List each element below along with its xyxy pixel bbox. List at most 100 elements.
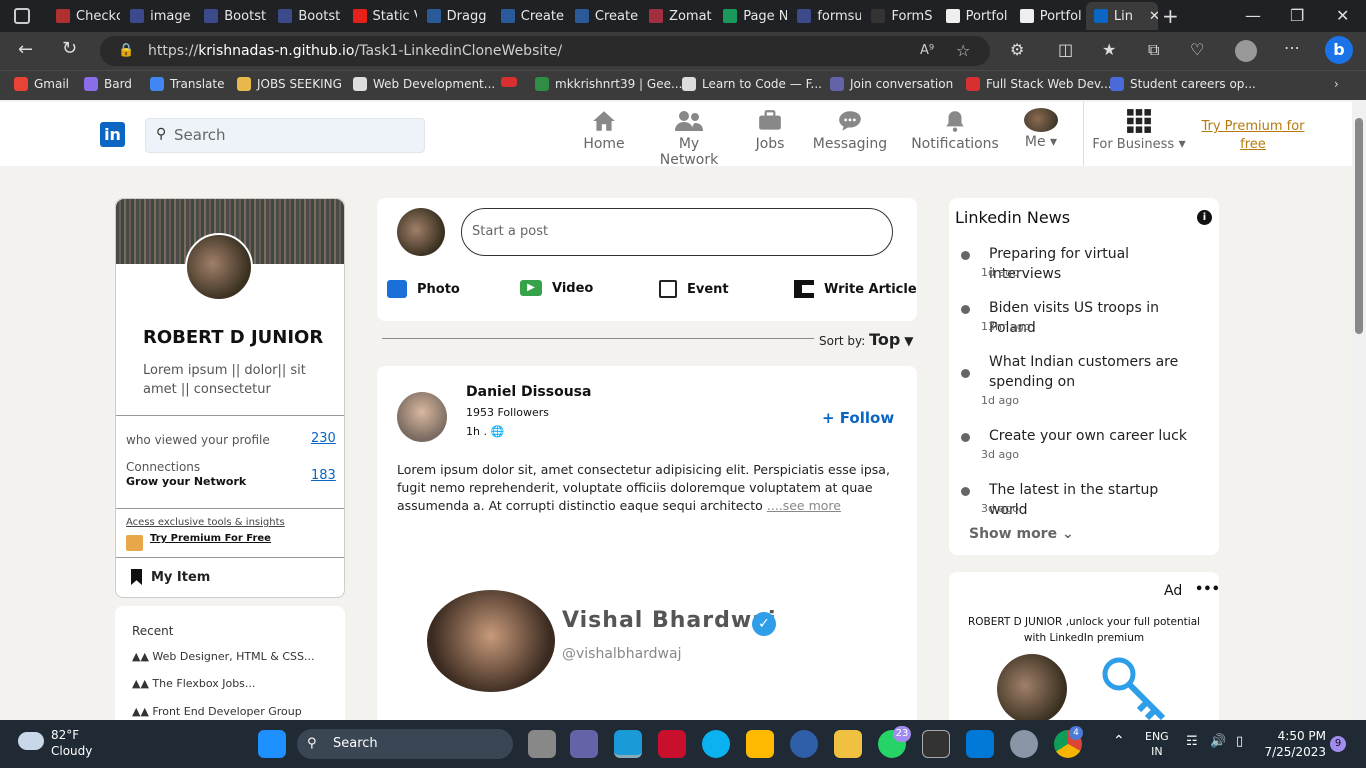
page-scrollbar[interactable] <box>1352 102 1366 720</box>
app-icon[interactable] <box>790 730 818 758</box>
read-aloud-icon[interactable]: A⁹ <box>920 36 934 66</box>
bookmark-item[interactable]: Full Stack Web Dev... <box>966 77 1112 91</box>
video-button[interactable]: ▶ Video <box>520 280 593 296</box>
profile-avatar[interactable] <box>185 233 253 301</box>
try-premium-free-link[interactable]: Try Premium For Free <box>150 533 271 544</box>
nav-notifications[interactable]: Notifications <box>910 108 1000 152</box>
volume-icon[interactable]: 🔊 <box>1210 734 1226 749</box>
favorite-star-icon[interactable]: ☆ <box>956 36 970 66</box>
language-indicator[interactable]: ENG IN <box>1145 729 1169 759</box>
recent-item[interactable]: ▲▲ The Flexbox Jobs... <box>132 677 337 690</box>
browser-tab[interactable]: Create <box>567 2 639 30</box>
mcafee-icon[interactable] <box>658 730 686 758</box>
author-avatar[interactable] <box>397 392 447 442</box>
close-window-icon[interactable]: ✕ <box>1336 6 1349 25</box>
nav-my-network[interactable]: My Network <box>648 108 730 168</box>
bookmark-item[interactable]: Learn to Code — F... <box>682 77 822 91</box>
browser-tab[interactable]: Zomat <box>641 2 713 30</box>
collections-icon[interactable]: ⧉ <box>1148 40 1159 60</box>
scrollbar-thumb[interactable] <box>1355 118 1363 334</box>
bookmark-item[interactable]: Student careers op... <box>1110 77 1256 91</box>
write-article-button[interactable]: Write Article <box>794 280 917 298</box>
bookmarks-overflow-icon[interactable]: › <box>1334 77 1339 91</box>
weather-temp[interactable]: 82°F <box>51 728 79 742</box>
search-input[interactable]: ⚲ Search <box>145 118 425 153</box>
minimize-icon[interactable]: — <box>1245 6 1261 25</box>
edge-icon[interactable] <box>614 730 642 758</box>
see-more-link[interactable]: ....see more <box>767 498 841 513</box>
try-premium-link[interactable]: Try Premium for free <box>1200 118 1306 154</box>
my-item-link[interactable]: My Item <box>151 570 210 585</box>
extensions-icon[interactable]: ⚙ <box>1010 40 1024 59</box>
terminal-icon[interactable] <box>922 730 950 758</box>
nav-home[interactable]: Home <box>582 108 626 152</box>
nav-for-business[interactable]: For Business ▾ <box>1092 108 1186 152</box>
cortana-icon[interactable] <box>702 730 730 758</box>
restore-icon[interactable]: ❐ <box>1290 6 1304 25</box>
favorites-icon[interactable]: ★ <box>1102 40 1116 59</box>
more-options-icon[interactable]: ⋯ <box>1284 38 1300 57</box>
connections-count[interactable]: 183 <box>311 468 336 483</box>
info-icon[interactable]: i <box>1197 210 1212 225</box>
bookmark-item[interactable]: mkkrishnrt39 | Gee... <box>535 77 682 91</box>
nav-jobs[interactable]: Jobs <box>752 108 788 152</box>
bookmark-item[interactable]: Translate <box>150 77 225 91</box>
ad-more-icon[interactable]: ••• <box>1195 582 1220 597</box>
browser-tab[interactable]: Bootst <box>270 2 342 30</box>
start-icon[interactable] <box>258 730 286 758</box>
browser-tab[interactable]: formsu <box>789 2 861 30</box>
browser-tab[interactable]: Bootst <box>196 2 268 30</box>
tab-actions-icon[interactable] <box>14 8 30 24</box>
tray-chevron-icon[interactable]: ⌃ <box>1113 733 1125 749</box>
browser-tab[interactable]: image <box>122 2 194 30</box>
browser-tab[interactable]: Static V <box>345 2 417 30</box>
browser-tab[interactable]: Checkc <box>48 2 120 30</box>
bookmark-item[interactable]: Gmail <box>14 77 69 91</box>
notification-badge[interactable]: 9 <box>1330 736 1346 752</box>
task-view-icon[interactable] <box>528 730 556 758</box>
browser-tab[interactable]: Create <box>493 2 565 30</box>
split-screen-icon[interactable]: ◫ <box>1058 40 1073 59</box>
refresh-icon[interactable]: ↻ <box>62 38 77 59</box>
performance-icon[interactable]: ♡ <box>1190 40 1204 59</box>
bookmark-item[interactable]: JOBS SEEKING <box>237 77 342 91</box>
store-icon[interactable] <box>746 730 774 758</box>
bookmark-item[interactable]: Web Development... <box>353 77 495 91</box>
bookmark-item[interactable]: Join conversation <box>830 77 953 91</box>
photo-button[interactable]: Photo <box>387 280 460 298</box>
linkedin-logo[interactable]: in <box>100 122 125 147</box>
recent-item[interactable]: ▲▲ Web Designer, HTML & CSS... <box>132 650 337 663</box>
sort-control[interactable]: Sort by: Top ▼ <box>819 330 913 349</box>
browser-tab[interactable]: Portfol <box>938 2 1010 30</box>
profile-name[interactable]: ROBERT D JUNIOR <box>143 327 323 348</box>
browser-tab[interactable]: Lin ✕ <box>1085 2 1158 30</box>
url-input[interactable]: 🔒 https://krishnadas-n.github.io/Task1-L… <box>100 36 990 66</box>
taskbar-search[interactable]: ⚲ Search <box>297 729 513 759</box>
browser-tab[interactable]: Dragg <box>419 2 491 30</box>
bookmark-item[interactable] <box>501 77 517 87</box>
close-tab-icon[interactable]: ✕ <box>1149 9 1158 24</box>
browser-tab[interactable]: Portfol <box>1012 2 1084 30</box>
grow-network-label[interactable]: Grow your Network <box>126 475 246 488</box>
nav-messaging[interactable]: Messaging <box>811 108 889 152</box>
vscode-icon[interactable] <box>966 730 994 758</box>
show-more-button[interactable]: Show more ⌄ <box>969 526 1074 542</box>
browser-tab[interactable]: Page N <box>715 2 787 30</box>
post-author[interactable]: Daniel Dissousa <box>466 384 591 400</box>
start-post-input[interactable]: Start a post <box>461 208 893 256</box>
profile-avatar-icon[interactable] <box>1235 40 1257 62</box>
event-button[interactable]: Event <box>659 280 729 298</box>
back-icon[interactable]: ← <box>18 39 33 60</box>
bookmark-item[interactable]: Bard <box>84 77 132 91</box>
viewed-count[interactable]: 230 <box>311 431 336 446</box>
clock[interactable]: 4:50 PM 7/25/2023 <box>1262 728 1326 760</box>
nav-me[interactable]: Me ▾ <box>1020 108 1062 150</box>
settings-icon[interactable] <box>1010 730 1038 758</box>
new-tab-icon[interactable]: + <box>1162 4 1179 28</box>
follow-button[interactable]: + Follow <box>822 409 894 427</box>
recent-item[interactable]: ▲▲ Front End Developer Group <box>132 705 337 718</box>
teams-icon[interactable] <box>570 730 598 758</box>
browser-tab[interactable]: FormS <box>863 2 935 30</box>
weather-status[interactable]: Cloudy <box>51 744 92 758</box>
file-explorer-icon[interactable] <box>834 730 862 758</box>
